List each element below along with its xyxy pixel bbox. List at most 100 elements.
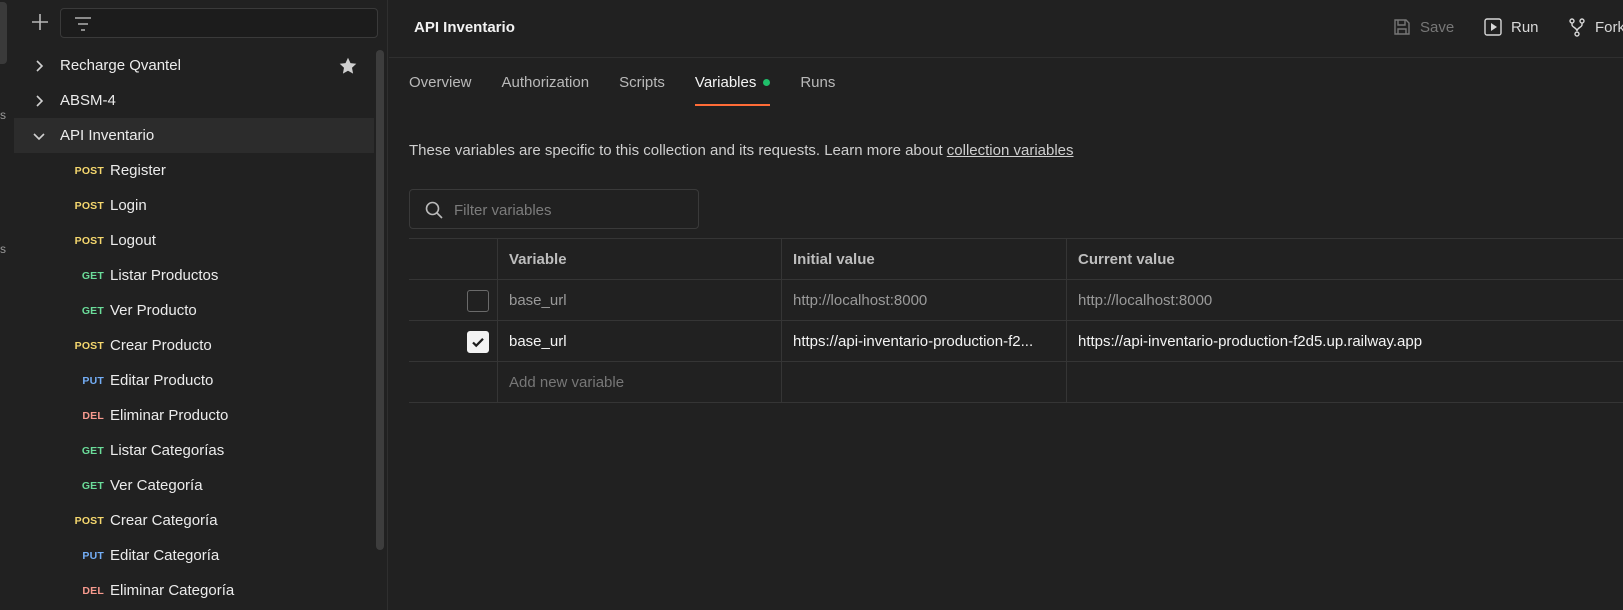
- table-row-add: Add new variable: [409, 362, 1623, 403]
- filter-variables-input[interactable]: [454, 199, 684, 221]
- method-badge: GET: [81, 444, 104, 457]
- description-text: These variables are specific to this col…: [409, 142, 947, 159]
- play-icon: [1484, 18, 1502, 36]
- method-badge: PUT: [82, 374, 104, 387]
- save-button[interactable]: Save: [1392, 17, 1454, 37]
- status-dot: [763, 78, 771, 86]
- current-value-cell[interactable]: https://api-inventario-production-f2d5.u…: [1066, 321, 1623, 362]
- request-item[interactable]: DEL Eliminar Categoría: [14, 573, 374, 608]
- tab-variables[interactable]: Variables: [694, 70, 771, 106]
- star-icon[interactable]: [338, 56, 358, 76]
- rail-active-tab[interactable]: [0, 2, 7, 64]
- tab-overview[interactable]: Overview: [409, 70, 472, 106]
- request-item[interactable]: PUT Editar Producto: [14, 363, 374, 398]
- request-item[interactable]: GET Ver Producto: [14, 293, 374, 328]
- request-item[interactable]: POST Register: [14, 153, 374, 188]
- method-badge: GET: [81, 479, 104, 492]
- request-item[interactable]: POST Logout: [14, 223, 374, 258]
- checkbox-cell: [409, 362, 497, 403]
- collection-item-selected[interactable]: API Inventario: [14, 118, 374, 153]
- check-icon: [472, 337, 484, 347]
- fork-icon: [1569, 18, 1585, 37]
- collection-variables-link[interactable]: collection variables: [947, 142, 1074, 159]
- checkbox-cell: [409, 321, 497, 362]
- chevron-right-icon[interactable]: [32, 59, 46, 73]
- initial-value-cell[interactable]: [781, 362, 1066, 403]
- rail-label-fragment: s: [0, 242, 6, 256]
- method-badge: POST: [74, 199, 104, 212]
- current-value-cell[interactable]: [1066, 362, 1623, 403]
- collection-item[interactable]: Recharge Qvantel: [14, 48, 374, 83]
- run-button[interactable]: Run: [1483, 17, 1539, 37]
- method-badge: GET: [81, 304, 104, 317]
- variable-name-cell[interactable]: base_url: [497, 321, 781, 362]
- current-value-cell[interactable]: http://localhost:8000: [1066, 280, 1623, 321]
- search-icon: [425, 201, 443, 219]
- request-item[interactable]: PUT Editar Categoría: [14, 538, 374, 573]
- method-badge: DEL: [82, 584, 104, 597]
- request-label: Crear Producto: [110, 337, 212, 354]
- method-badge: POST: [74, 164, 104, 177]
- table-header-row: Variable Initial value Current value: [409, 239, 1623, 280]
- page-title: API Inventario: [414, 19, 515, 36]
- tab-variables-label: Variables: [694, 74, 757, 91]
- sidebar-filter-input[interactable]: [60, 8, 378, 38]
- method-badge: DEL: [82, 409, 104, 422]
- fork-button[interactable]: Fork: [1567, 17, 1623, 37]
- fork-label: Fork: [1595, 18, 1623, 36]
- method-badge: POST: [74, 234, 104, 247]
- column-header-current-value: Current value: [1066, 239, 1623, 280]
- enable-checkbox[interactable]: [467, 330, 489, 353]
- method-badge: GET: [81, 269, 104, 282]
- request-item[interactable]: DEL Eliminar Producto: [14, 398, 374, 433]
- filter-icon[interactable]: [73, 15, 93, 33]
- enable-checkbox[interactable]: [467, 289, 489, 312]
- variable-name-cell[interactable]: base_url: [497, 280, 781, 321]
- chevron-right-icon[interactable]: [32, 94, 46, 108]
- app-window: s s Recharge Qvantel ABSM-4 API Inventar…: [0, 0, 1623, 610]
- sidebar-scrollbar[interactable]: [376, 50, 384, 550]
- collection-item[interactable]: ABSM-4: [14, 83, 374, 118]
- request-label: Editar Categoría: [110, 547, 220, 564]
- plus-icon[interactable]: [28, 10, 52, 34]
- request-item[interactable]: GET Listar Productos: [14, 258, 374, 293]
- header-checkbox-cell: [409, 239, 497, 280]
- table-row: base_url https://api-inventario-producti…: [409, 321, 1623, 362]
- method-badge: PUT: [82, 549, 104, 562]
- main-panel: API Inventario Save Run Fork Overview Au…: [389, 0, 1623, 610]
- table-row: base_url http://localhost:8000 http://lo…: [409, 280, 1623, 321]
- chevron-down-icon[interactable]: [32, 129, 46, 143]
- run-label: Run: [1511, 18, 1539, 36]
- request-item[interactable]: POST Login: [14, 188, 374, 223]
- request-label: Register: [110, 162, 166, 179]
- request-label: Login: [110, 197, 147, 214]
- checkbox-cell: [409, 280, 497, 321]
- rail-label-fragment: s: [0, 108, 6, 122]
- sidebar: Recharge Qvantel ABSM-4 API Inventario P…: [14, 0, 388, 610]
- method-badge: POST: [74, 339, 104, 352]
- request-label: Logout: [110, 232, 156, 249]
- request-label: Ver Categoría: [110, 477, 203, 494]
- add-new-variable-input[interactable]: Add new variable: [497, 362, 781, 403]
- collection-label: Recharge Qvantel: [60, 57, 181, 74]
- initial-value-cell[interactable]: https://api-inventario-production-f2...: [781, 321, 1066, 362]
- method-badge: POST: [74, 514, 104, 527]
- request-label: Editar Producto: [110, 372, 214, 389]
- save-icon: [1394, 19, 1410, 35]
- request-item[interactable]: POST Crear Producto: [14, 328, 374, 363]
- request-label: Listar Productos: [110, 267, 219, 284]
- column-header-variable: Variable: [497, 239, 781, 280]
- filter-variables-field[interactable]: [409, 189, 699, 229]
- tab-authorization[interactable]: Authorization: [502, 70, 590, 106]
- request-item[interactable]: POST Crear Categoría: [14, 503, 374, 538]
- initial-value-cell[interactable]: http://localhost:8000: [781, 280, 1066, 321]
- request-item[interactable]: GET Ver Categoría: [14, 468, 374, 503]
- request-label: Crear Categoría: [110, 512, 218, 529]
- collection-label: ABSM-4: [60, 92, 116, 109]
- variables-description: These variables are specific to this col…: [409, 142, 1074, 159]
- tab-runs[interactable]: Runs: [800, 70, 835, 106]
- tab-scripts[interactable]: Scripts: [619, 70, 665, 106]
- request-item[interactable]: GET Listar Categorías: [14, 433, 374, 468]
- request-label: Ver Producto: [110, 302, 197, 319]
- request-label: Eliminar Producto: [110, 407, 229, 424]
